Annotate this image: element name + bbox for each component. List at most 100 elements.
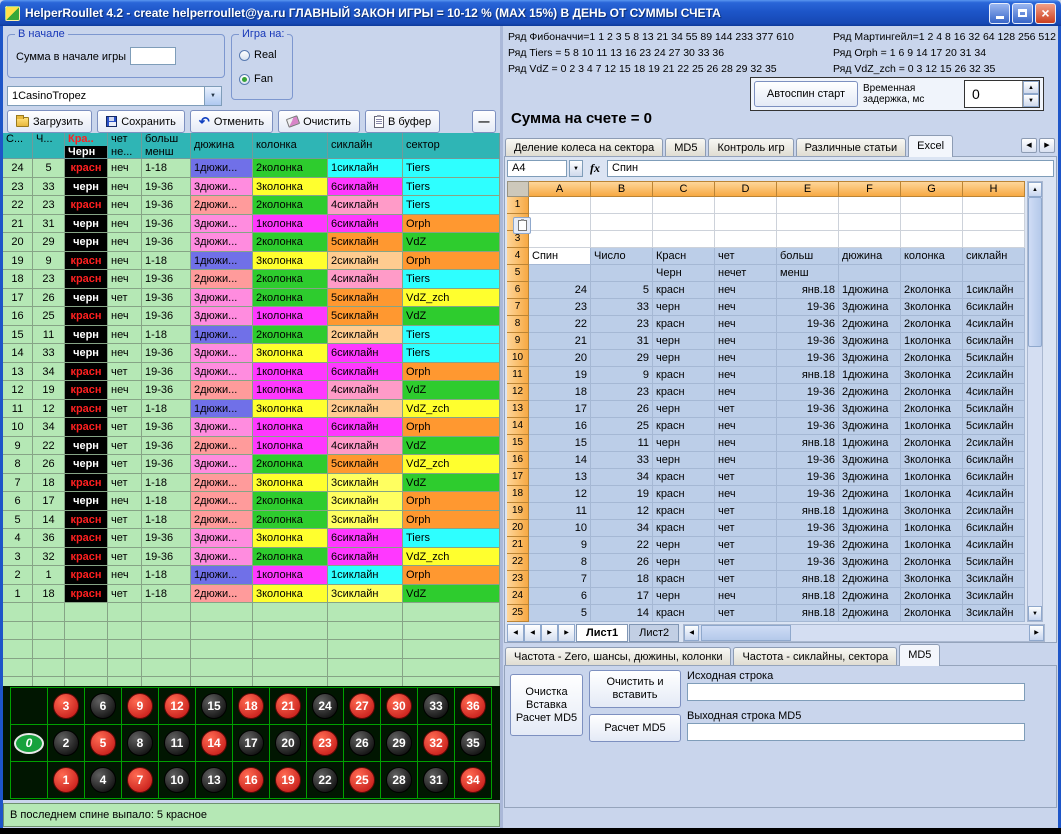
- excel-cell-C15[interactable]: черн: [653, 435, 715, 452]
- excel-cell-G13[interactable]: 2колонка: [901, 401, 963, 418]
- excel-cell-A3[interactable]: [529, 231, 591, 248]
- maximize-button[interactable]: [1012, 3, 1033, 24]
- excel-cell-D12[interactable]: неч: [715, 384, 777, 401]
- sheet-tab-list1[interactable]: Лист1: [576, 624, 628, 642]
- roulette-number-16[interactable]: 16: [238, 767, 264, 793]
- excel-cell-A20[interactable]: 10: [529, 520, 591, 537]
- excel-cell-D15[interactable]: неч: [715, 435, 777, 452]
- excel-cell-A8[interactable]: 22: [529, 316, 591, 333]
- excel-cell-B5[interactable]: [591, 265, 653, 282]
- roulette-number-13[interactable]: 13: [201, 767, 227, 793]
- excel-cell-C14[interactable]: красн: [653, 418, 715, 435]
- excel-cell-E5[interactable]: менш: [777, 265, 839, 282]
- excel-cell-C6[interactable]: красн: [653, 282, 715, 299]
- md5-all-in-one-button[interactable]: Очистка Вставка Расчет MD5: [510, 674, 583, 736]
- excel-cell-G3[interactable]: [901, 231, 963, 248]
- excel-row-header-24[interactable]: 24: [507, 588, 529, 605]
- roulette-number-9[interactable]: 9: [127, 693, 153, 719]
- excel-cell-H13[interactable]: 5сиклайн: [963, 401, 1025, 418]
- roulette-number-6[interactable]: 6: [90, 693, 116, 719]
- excel-cell-A25[interactable]: 5: [529, 605, 591, 622]
- radio-fan[interactable]: Fan: [239, 73, 273, 85]
- excel-cell-F6[interactable]: 1дюжина: [839, 282, 901, 299]
- excel-column-header-B[interactable]: B: [591, 181, 653, 197]
- excel-row-header-21[interactable]: 21: [507, 537, 529, 554]
- excel-cell-F8[interactable]: 2дюжина: [839, 316, 901, 333]
- excel-cell-B23[interactable]: 18: [591, 571, 653, 588]
- excel-cell-E20[interactable]: 19-36: [777, 520, 839, 537]
- excel-cell-A1[interactable]: [529, 197, 591, 214]
- tab-md5-bottom[interactable]: MD5: [899, 644, 940, 666]
- excel-cell-G9[interactable]: 1колонка: [901, 333, 963, 350]
- excel-cell-A10[interactable]: 20: [529, 350, 591, 367]
- excel-cell-B14[interactable]: 25: [591, 418, 653, 435]
- excel-row-header-17[interactable]: 17: [507, 469, 529, 486]
- excel-cell-H21[interactable]: 4сиклайн: [963, 537, 1025, 554]
- excel-cell-H11[interactable]: 2сиклайн: [963, 367, 1025, 384]
- roulette-number-5[interactable]: 5: [90, 730, 116, 756]
- excel-cell-D21[interactable]: чет: [715, 537, 777, 554]
- excel-cell-A6[interactable]: 24: [529, 282, 591, 299]
- source-string-input[interactable]: [687, 683, 1025, 701]
- excel-cell-B15[interactable]: 11: [591, 435, 653, 452]
- excel-cell-B4[interactable]: Число: [591, 248, 653, 265]
- excel-cell-G2[interactable]: [901, 214, 963, 231]
- excel-cell-H8[interactable]: 4сиклайн: [963, 316, 1025, 333]
- excel-horizontal-scrollbar[interactable]: ◀ ▶: [683, 624, 1045, 642]
- scroll-down-button[interactable]: ▼: [1028, 606, 1042, 621]
- excel-cell-F10[interactable]: 3дюжина: [839, 350, 901, 367]
- excel-column-header-G[interactable]: G: [901, 181, 963, 197]
- roulette-number-35[interactable]: 35: [460, 730, 486, 756]
- excel-row-header-14[interactable]: 14: [507, 418, 529, 435]
- collapse-button[interactable]: —: [472, 110, 496, 133]
- excel-cell-D1[interactable]: [715, 197, 777, 214]
- excel-cell-G1[interactable]: [901, 197, 963, 214]
- excel-cell-B8[interactable]: 23: [591, 316, 653, 333]
- excel-cell-A23[interactable]: 7: [529, 571, 591, 588]
- excel-cell-C21[interactable]: черн: [653, 537, 715, 554]
- excel-cell-A16[interactable]: 14: [529, 452, 591, 469]
- excel-cell-A15[interactable]: 15: [529, 435, 591, 452]
- roulette-number-23[interactable]: 23: [312, 730, 338, 756]
- excel-cell-G12[interactable]: 2колонка: [901, 384, 963, 401]
- excel-cell-A12[interactable]: 18: [529, 384, 591, 401]
- roulette-number-33[interactable]: 33: [423, 693, 449, 719]
- excel-cell-C2[interactable]: [653, 214, 715, 231]
- excel-cell-B25[interactable]: 14: [591, 605, 653, 622]
- excel-cell-D10[interactable]: неч: [715, 350, 777, 367]
- excel-row-header-6[interactable]: 6: [507, 282, 529, 299]
- excel-cell-D3[interactable]: [715, 231, 777, 248]
- excel-cell-C16[interactable]: черн: [653, 452, 715, 469]
- excel-cell-C22[interactable]: черн: [653, 554, 715, 571]
- excel-cell-B18[interactable]: 19: [591, 486, 653, 503]
- excel-cell-A21[interactable]: 9: [529, 537, 591, 554]
- excel-cell-B2[interactable]: [591, 214, 653, 231]
- excel-cell-C11[interactable]: красн: [653, 367, 715, 384]
- horizontal-scroll-thumb[interactable]: [701, 625, 791, 641]
- excel-cell-D20[interactable]: чет: [715, 520, 777, 537]
- excel-cell-G14[interactable]: 1колонка: [901, 418, 963, 435]
- fx-icon[interactable]: fx: [585, 161, 605, 176]
- excel-cell-A18[interactable]: 12: [529, 486, 591, 503]
- excel-cell-A19[interactable]: 11: [529, 503, 591, 520]
- minimize-button[interactable]: [989, 3, 1010, 24]
- clear-and-paste-button[interactable]: Очистить и вставить: [589, 670, 681, 708]
- excel-cell-F16[interactable]: 3дюжина: [839, 452, 901, 469]
- roulette-number-22[interactable]: 22: [312, 767, 338, 793]
- excel-row-header-15[interactable]: 15: [507, 435, 529, 452]
- excel-cell-D14[interactable]: неч: [715, 418, 777, 435]
- excel-cell-E22[interactable]: 19-36: [777, 554, 839, 571]
- excel-cell-H12[interactable]: 4сиклайн: [963, 384, 1025, 401]
- excel-cell-C5[interactable]: Черн: [653, 265, 715, 282]
- roulette-zero[interactable]: 0: [14, 733, 44, 754]
- excel-cell-H15[interactable]: 2сиклайн: [963, 435, 1025, 452]
- spinner-down-button[interactable]: ▼: [1023, 94, 1039, 107]
- excel-cell-G7[interactable]: 3колонка: [901, 299, 963, 316]
- excel-cell-G8[interactable]: 2колонка: [901, 316, 963, 333]
- excel-cell-C1[interactable]: [653, 197, 715, 214]
- excel-column-header-H[interactable]: H: [963, 181, 1025, 197]
- excel-row-header-20[interactable]: 20: [507, 520, 529, 537]
- excel-cell-E2[interactable]: [777, 214, 839, 231]
- excel-cell-B20[interactable]: 34: [591, 520, 653, 537]
- roulette-number-12[interactable]: 12: [164, 693, 190, 719]
